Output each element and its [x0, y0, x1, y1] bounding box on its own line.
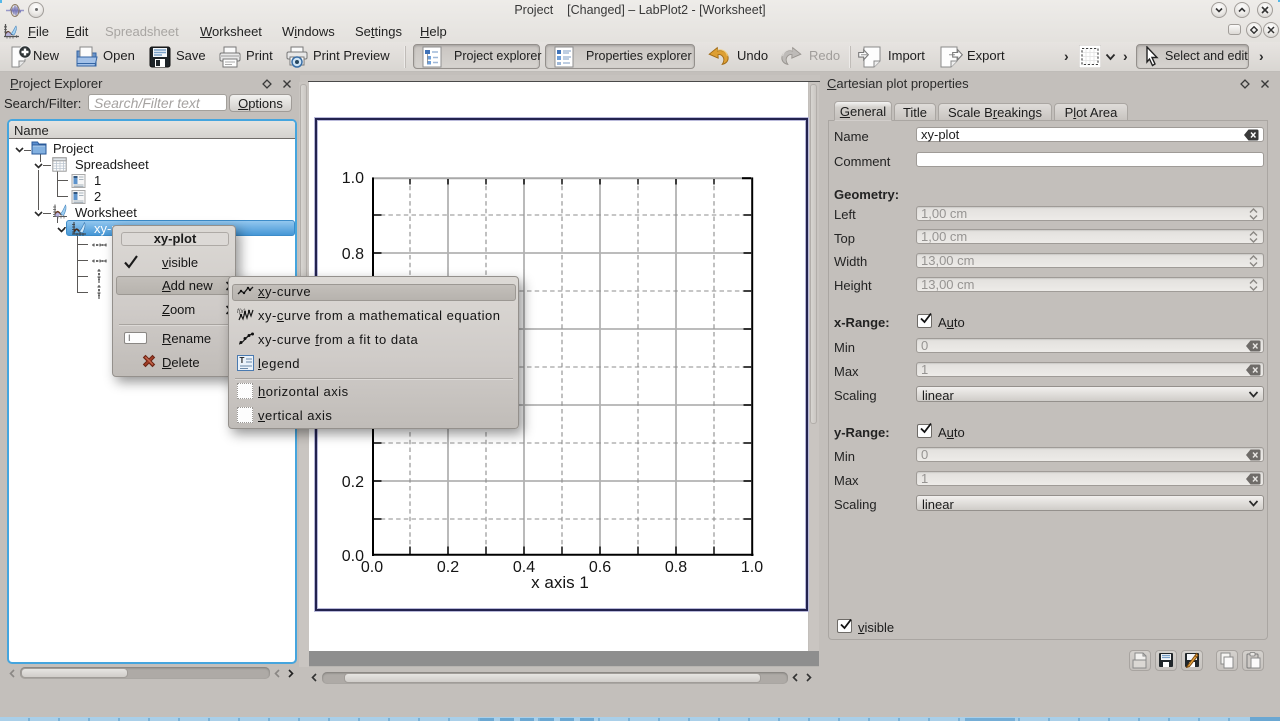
svg-text:T: T — [240, 356, 245, 365]
